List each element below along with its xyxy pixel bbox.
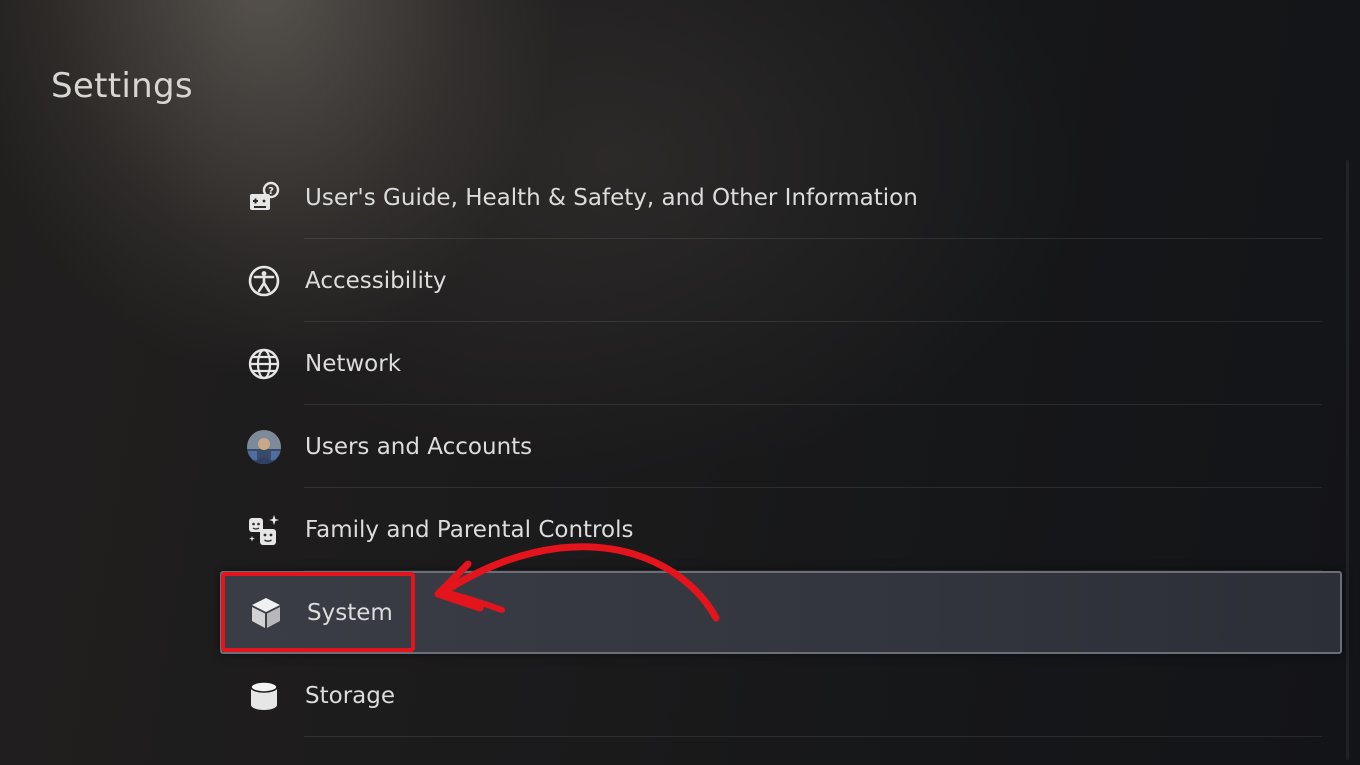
- menu-item-system[interactable]: System: [220, 571, 1342, 654]
- menu-item-label: User's Guide, Health & Safety, and Other…: [305, 184, 918, 211]
- menu-item-users-accounts[interactable]: Users and Accounts: [220, 405, 1342, 488]
- page-title: Settings: [51, 66, 193, 106]
- accessibility-icon: [245, 262, 283, 300]
- menu-item-label: Family and Parental Controls: [305, 516, 634, 543]
- storage-cylinder-icon: [245, 677, 283, 715]
- menu-item-storage[interactable]: Storage: [220, 654, 1342, 737]
- settings-menu: ? User's Guide, Health & Safety, and Oth…: [220, 156, 1342, 737]
- menu-item-accessibility[interactable]: Accessibility: [220, 239, 1342, 322]
- svg-text:?: ?: [268, 186, 274, 197]
- menu-item-label: Storage: [305, 682, 395, 709]
- menu-item-network[interactable]: Network: [220, 322, 1342, 405]
- menu-item-label: Accessibility: [305, 267, 447, 294]
- globe-icon: [245, 345, 283, 383]
- user-avatar-icon: [245, 428, 283, 466]
- menu-item-label: System: [307, 599, 393, 626]
- menu-item-label: Users and Accounts: [305, 433, 533, 460]
- menu-item-label: Network: [305, 350, 402, 377]
- scrollbar[interactable]: [1346, 160, 1349, 760]
- menu-item-users-guide[interactable]: ? User's Guide, Health & Safety, and Oth…: [220, 156, 1342, 239]
- guide-icon: ?: [245, 179, 283, 217]
- cube-icon: [247, 594, 285, 632]
- menu-item-family-parental[interactable]: Family and Parental Controls: [220, 488, 1342, 571]
- family-icon: [245, 511, 283, 549]
